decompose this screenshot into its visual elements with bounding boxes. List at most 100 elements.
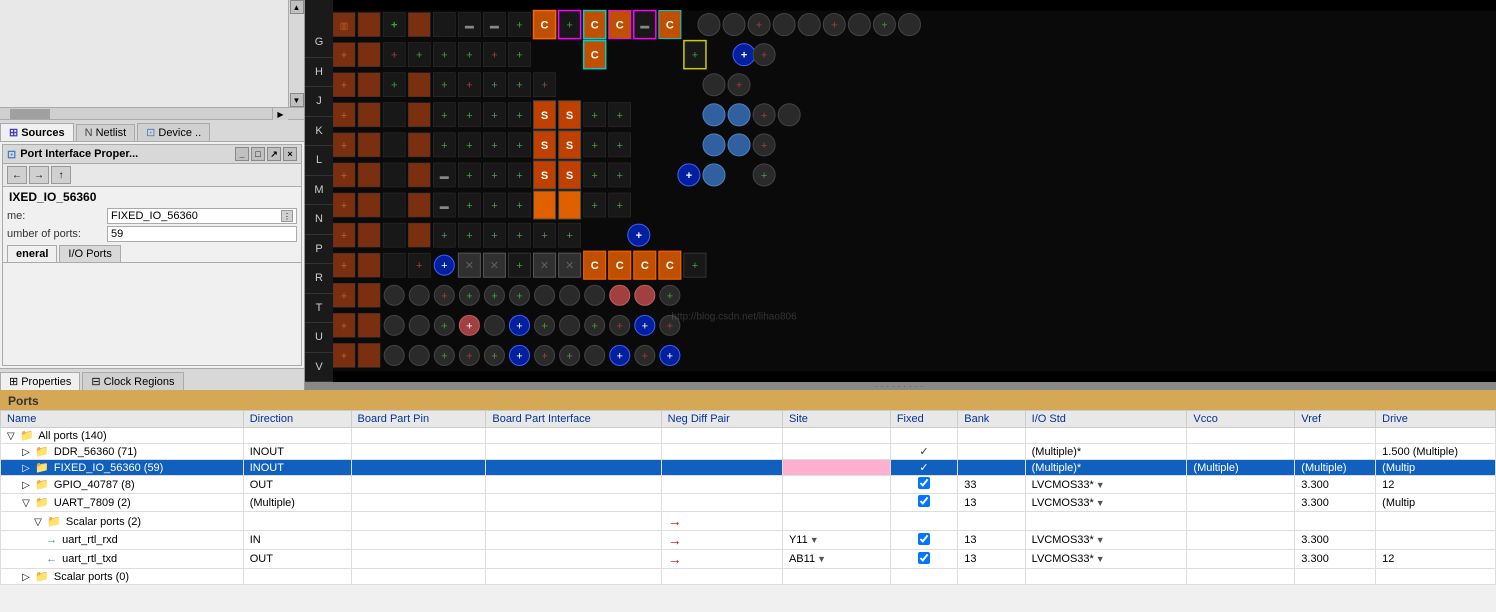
checkbox-fixed2[interactable] bbox=[918, 495, 930, 507]
ports-table-container[interactable]: Name Direction Board Part Pin Board Part… bbox=[0, 410, 1496, 606]
table-row[interactable]: ▽ 📁 Scalar ports (2) → bbox=[1, 512, 1496, 531]
svg-text:+: + bbox=[441, 230, 447, 242]
cell-bank: 13 bbox=[958, 550, 1025, 569]
svg-text:+: + bbox=[516, 170, 522, 182]
checkbox-fixed4[interactable] bbox=[918, 552, 930, 564]
expand-icon[interactable]: ▷ bbox=[22, 463, 32, 474]
expand-icon[interactable]: ▽ bbox=[22, 498, 32, 509]
svg-text:+: + bbox=[566, 230, 572, 242]
svg-text:+: + bbox=[881, 21, 887, 32]
tab-clock-regions[interactable]: ⊟ Clock Regions bbox=[82, 372, 183, 390]
arrow-cell: → bbox=[661, 512, 782, 531]
svg-text:S: S bbox=[566, 140, 573, 152]
field-scroll-btn[interactable]: ⋮ bbox=[281, 210, 293, 222]
scrollbar-h-thumb[interactable] bbox=[10, 109, 50, 119]
scrollbar-v[interactable]: ▲ ▼ bbox=[288, 0, 304, 107]
svg-text:+: + bbox=[466, 200, 472, 212]
svg-text:+: + bbox=[341, 50, 347, 62]
svg-text:+: + bbox=[692, 50, 698, 62]
maximize-button[interactable]: □ bbox=[251, 147, 265, 161]
tab-netlist[interactable]: N Netlist bbox=[76, 124, 136, 141]
tab-properties[interactable]: ⊞ Properties bbox=[0, 372, 80, 390]
tab-device[interactable]: ⊡ Device .. bbox=[137, 123, 210, 141]
svg-text:+: + bbox=[741, 50, 747, 62]
scroll-down-btn[interactable]: ▼ bbox=[290, 93, 304, 107]
checkbox-fixed[interactable] bbox=[918, 477, 930, 489]
close-button[interactable]: × bbox=[283, 147, 297, 161]
svg-text:+: + bbox=[541, 230, 547, 242]
file-icon: → bbox=[46, 534, 57, 546]
scrollbar-h[interactable]: ▶ bbox=[0, 107, 304, 119]
prop-object-name: IXED_IO_56360 bbox=[3, 187, 301, 207]
svg-text:+: + bbox=[341, 200, 347, 212]
svg-text:+: + bbox=[441, 110, 447, 122]
col-vref: Vref bbox=[1295, 411, 1376, 428]
svg-text:S: S bbox=[566, 170, 573, 182]
svg-text:+: + bbox=[466, 320, 472, 332]
expand-icon[interactable]: ▷ bbox=[22, 572, 32, 583]
svg-text:▬: ▬ bbox=[465, 21, 475, 31]
tab-sources[interactable]: ⊞ Sources bbox=[0, 123, 74, 141]
checkbox-fixed3[interactable] bbox=[918, 533, 930, 545]
dropdown-arrow3[interactable]: ▼ bbox=[1096, 535, 1105, 545]
table-row[interactable]: ▷ 📁 GPIO_40787 (8) OUT 33 LVCMOS33* bbox=[1, 476, 1496, 494]
svg-text:+: + bbox=[516, 80, 522, 92]
detach-button[interactable]: ↗ bbox=[267, 147, 281, 161]
expand-icon[interactable]: ▽ bbox=[34, 517, 44, 528]
scroll-right-btn[interactable]: ▶ bbox=[272, 108, 288, 120]
svg-text:+: + bbox=[591, 320, 597, 332]
device-svg: ▥ + ▬ ▬ + bbox=[333, 0, 1496, 382]
site-dropdown-arrow2[interactable]: ▼ bbox=[817, 554, 826, 564]
svg-text:C: C bbox=[591, 50, 599, 62]
back-button[interactable]: ← bbox=[7, 166, 27, 184]
cell-direction: OUT bbox=[243, 550, 351, 569]
table-row[interactable]: ▽ 📁 UART_7809 (2) (Multiple) 13 LVCMOS33… bbox=[1, 494, 1496, 512]
svg-text:+: + bbox=[756, 20, 762, 32]
svg-text:+: + bbox=[761, 140, 767, 152]
svg-text:http://blog.csdn.net/lihao806: http://blog.csdn.net/lihao806 bbox=[671, 311, 797, 322]
minimize-button[interactable]: _ bbox=[235, 147, 249, 161]
table-row[interactable]: ▽ 📁 All ports (140) bbox=[1, 428, 1496, 444]
table-row[interactable]: → uart_rtl_rxd IN → Y11 ▼ bbox=[1, 531, 1496, 550]
expand-icon[interactable]: ▽ bbox=[7, 431, 17, 442]
table-row[interactable]: ← uart_rtl_txd OUT → AB11 ▼ bbox=[1, 550, 1496, 569]
svg-text:+: + bbox=[466, 170, 472, 182]
svg-text:+: + bbox=[617, 140, 623, 152]
col-bpp: Board Part Pin bbox=[351, 411, 486, 428]
table-row[interactable]: ▷ 📁 DDR_56360 (71) INOUT ✓ (Multiple)* 1… bbox=[1, 444, 1496, 460]
svg-text:+: + bbox=[491, 110, 497, 122]
svg-text:▬: ▬ bbox=[440, 201, 450, 211]
dropdown-arrow[interactable]: ▼ bbox=[1096, 480, 1105, 490]
dropdown-arrow4[interactable]: ▼ bbox=[1096, 554, 1105, 564]
svg-text:+: + bbox=[516, 20, 522, 32]
svg-text:S: S bbox=[566, 110, 573, 122]
site-dropdown-arrow[interactable]: ▼ bbox=[810, 535, 819, 545]
svg-text:+: + bbox=[761, 170, 767, 182]
svg-text:▬: ▬ bbox=[490, 21, 500, 31]
table-row-selected[interactable]: ▷ 📁 FIXED_IO_56360 (59) INOUT ✓ (Multipl… bbox=[1, 460, 1496, 476]
field-value-name[interactable]: FIXED_IO_56360 ⋮ bbox=[107, 208, 297, 224]
prop-panel-controls: _ □ ↗ × bbox=[235, 147, 297, 161]
table-row[interactable]: ▷ 📁 Scalar ports (0) bbox=[1, 569, 1496, 585]
separator-handle[interactable]: ········· bbox=[305, 382, 1496, 390]
row-label-list: G H J K L M N P R T U V bbox=[305, 28, 333, 382]
expand-icon[interactable]: ▷ bbox=[22, 447, 32, 458]
svg-text:+: + bbox=[591, 110, 597, 122]
device-canvas-bg[interactable]: ▥ + ▬ ▬ + bbox=[333, 0, 1496, 382]
tab-io-ports[interactable]: I/O Ports bbox=[59, 245, 120, 262]
folder-icon: 📁 bbox=[35, 571, 49, 583]
left-top-area: ▲ ▼ ▶ bbox=[0, 0, 304, 120]
svg-text:+: + bbox=[466, 350, 472, 362]
svg-text:+: + bbox=[441, 50, 447, 62]
scroll-up-btn[interactable]: ▲ bbox=[290, 0, 304, 14]
svg-text:+: + bbox=[341, 80, 347, 92]
up-button[interactable]: ↑ bbox=[51, 166, 71, 184]
row-label-p: P bbox=[305, 235, 333, 265]
svg-text:+: + bbox=[686, 170, 692, 182]
svg-text:✕: ✕ bbox=[540, 260, 549, 272]
dropdown-arrow2[interactable]: ▼ bbox=[1096, 498, 1105, 508]
forward-button[interactable]: → bbox=[29, 166, 49, 184]
tab-general[interactable]: eneral bbox=[7, 245, 57, 262]
svg-text:S: S bbox=[541, 110, 548, 122]
expand-icon[interactable]: ▷ bbox=[22, 480, 32, 491]
